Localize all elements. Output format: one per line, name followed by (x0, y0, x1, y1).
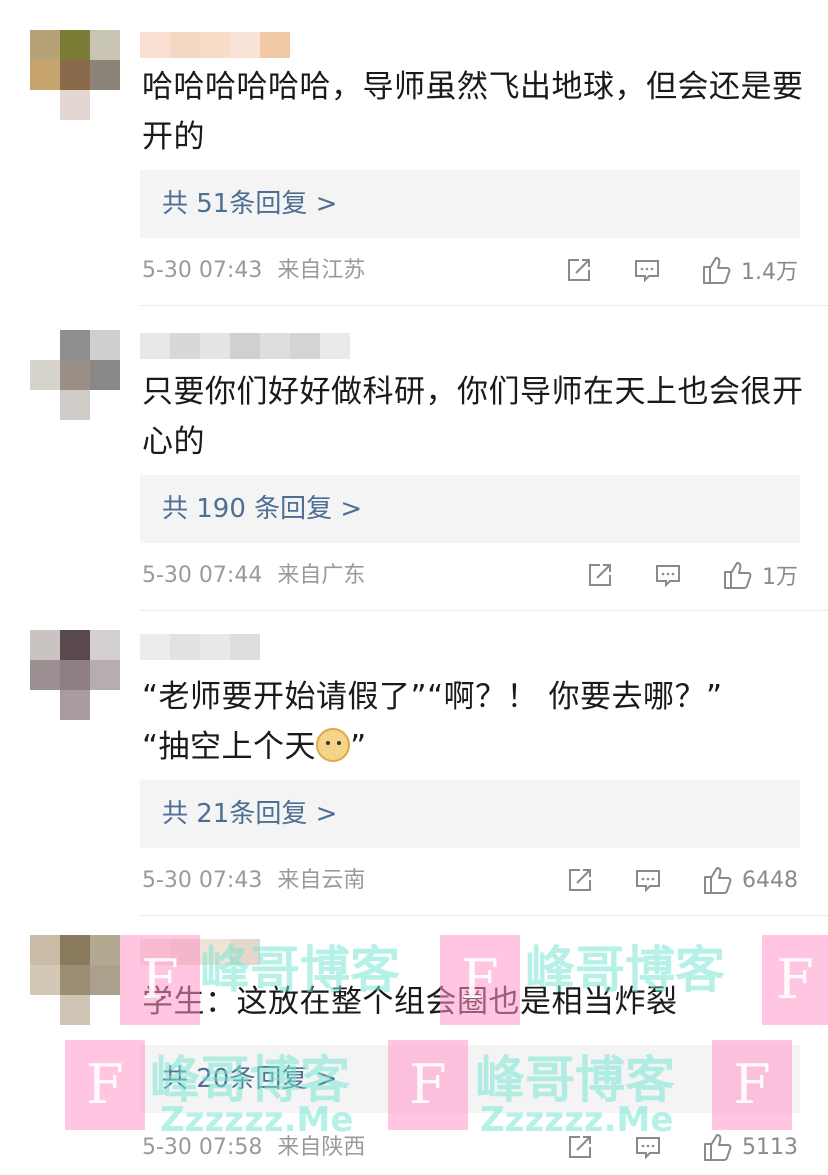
repost-button[interactable] (566, 1133, 594, 1161)
username-blurred[interactable] (140, 939, 260, 965)
comment-text: 哈哈哈哈哈哈，导师虽然飞出地球，但会还是要开的 (142, 69, 804, 155)
comment-text-line: “老师要开始请假了”“啊？！ 你要去哪？” (142, 679, 723, 715)
view-replies-link[interactable]: 共 51条回复 > (140, 170, 800, 238)
comment-text-fragment: “抽空上个天 (142, 729, 317, 765)
username-blurred[interactable] (140, 333, 350, 359)
comment-item: “老师要开始请假了”“啊？！ 你要去哪？” “抽空上个天” 共 21条回复 > … (0, 610, 828, 915)
like-button[interactable]: 1.4万 (701, 254, 798, 286)
comment-icon (636, 870, 660, 893)
comment-icon (636, 1137, 660, 1160)
repost-button[interactable] (586, 561, 614, 589)
comment-meta: 5-30 07:58 来自陕西 (142, 1133, 365, 1163)
comment-location: 来自陕西 (277, 1135, 366, 1160)
action-bar: 6448 (566, 862, 798, 898)
view-replies-link[interactable]: 共 20条回复 > (140, 1045, 800, 1113)
like-button[interactable]: 5113 (702, 1131, 798, 1163)
comment-item: 学生：这放在整个组会圈也是相当炸裂 共 20条回复 > 5-30 07:58 来… (0, 915, 828, 1175)
comment-item: 哈哈哈哈哈哈，导师虽然飞出地球，但会还是要开的 共 51条回复 > 5-30 0… (0, 0, 828, 300)
comment-text: “老师要开始请假了”“啊？！ 你要去哪？” “抽空上个天 ” (142, 672, 808, 772)
thumbs-up-icon (704, 867, 732, 894)
avatar[interactable] (30, 330, 120, 420)
like-count: 1.4万 (741, 260, 798, 285)
repost-button[interactable] (565, 256, 593, 284)
action-bar: 5113 (566, 1129, 798, 1165)
comment-time: 5-30 07:58 (142, 1135, 263, 1160)
avatar[interactable] (30, 630, 120, 720)
comment-time: 5-30 07:43 (142, 868, 263, 893)
comment-text-fragment: ” (350, 729, 367, 765)
comment-location: 来自江苏 (277, 258, 366, 283)
thumbs-up-icon (703, 257, 731, 284)
comment-meta: 5-30 07:43 来自江苏 (142, 256, 365, 286)
comment-text: 只要你们好好做科研，你们导师在天上也会很开心的 (142, 374, 804, 460)
like-button[interactable]: 6448 (702, 864, 798, 896)
repost-icon (569, 1136, 591, 1158)
comment-text-line: “抽空上个天 ” (142, 722, 808, 772)
comment-icon (656, 565, 680, 588)
repost-icon (568, 259, 590, 281)
comment-meta: 5-30 07:43 来自云南 (142, 866, 365, 896)
view-replies-link[interactable]: 共 21条回复 > (140, 780, 800, 848)
comment-button[interactable] (654, 561, 682, 589)
comment-location: 来自广东 (277, 563, 366, 588)
comment-meta: 5-30 07:44 来自广东 (142, 561, 365, 591)
comment-item: 只要你们好好做科研，你们导师在天上也会很开心的 共 190 条回复 > 5-30… (0, 305, 828, 610)
action-bar: 1万 (586, 557, 798, 593)
repost-button[interactable] (566, 866, 594, 894)
repost-icon (569, 869, 591, 891)
comment-text: 学生：这放在整个组会圈也是相当炸裂 (142, 984, 678, 1020)
like-button[interactable]: 1万 (722, 559, 798, 591)
comment-time: 5-30 07:44 (142, 563, 263, 588)
doge-emoji (316, 728, 351, 762)
thumbs-up-icon (724, 562, 752, 589)
comment-icon (635, 260, 659, 283)
view-replies-link[interactable]: 共 190 条回复 > (140, 475, 800, 543)
comment-time: 5-30 07:43 (142, 258, 263, 283)
avatar[interactable] (30, 935, 120, 1025)
like-count: 5113 (742, 1134, 798, 1160)
username-blurred[interactable] (140, 32, 290, 58)
like-count: 1万 (762, 565, 798, 590)
thumbs-up-icon (704, 1134, 732, 1161)
like-count: 6448 (742, 867, 798, 893)
repost-icon (589, 564, 611, 586)
comment-location: 来自云南 (277, 868, 366, 893)
comment-button[interactable] (634, 866, 662, 894)
avatar[interactable] (30, 30, 120, 120)
comment-button[interactable] (633, 256, 661, 284)
username-blurred[interactable] (140, 634, 260, 660)
action-bar: 1.4万 (565, 252, 798, 288)
comment-button[interactable] (634, 1133, 662, 1161)
